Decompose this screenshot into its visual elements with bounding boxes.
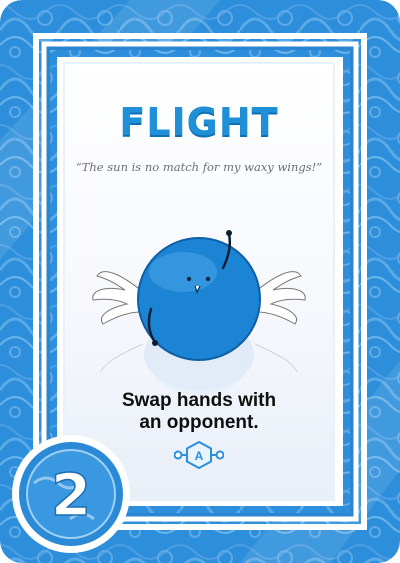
winged-blue-ball-icon: [92, 230, 306, 394]
ability-text: Swap hands with an opponent.: [75, 390, 323, 434]
game-card[interactable]: FLIGHT “The sun is no match for my waxy …: [0, 0, 400, 563]
cost-badge: 2: [12, 435, 130, 553]
card-title: FLIGHT: [119, 100, 279, 144]
action-symbol: A: [195, 449, 204, 463]
cost-value: 2: [51, 461, 91, 529]
ability-line-1: Swap hands with: [121, 390, 277, 411]
action-hexagon-icon: A: [174, 441, 224, 469]
flavor-quote: “The sun is no match for my waxy wings!”: [75, 160, 323, 174]
ability-line-2: an opponent.: [139, 412, 259, 433]
